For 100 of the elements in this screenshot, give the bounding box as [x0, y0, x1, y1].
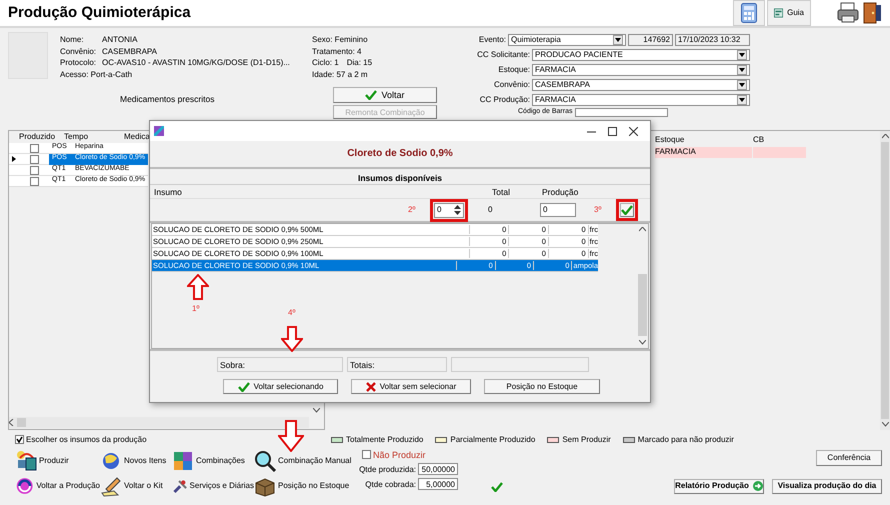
check-icon: [16, 436, 23, 444]
maximize-icon[interactable]: [608, 126, 617, 136]
scrollbar-thumb[interactable]: [881, 142, 889, 419]
action-button[interactable]: Novos Itens: [100, 450, 172, 472]
checkbox[interactable]: [30, 144, 38, 152]
scrollbar-thumb[interactable]: [17, 418, 26, 427]
detail-text: Ciclo: 1: [312, 58, 339, 68]
vertical-scrollbar[interactable]: [880, 131, 890, 430]
legend-label: Marcado para não produzir: [638, 435, 734, 445]
checkbox-label: Não Produzir: [373, 450, 426, 460]
action-button[interactable]: Voltar o Kit: [100, 474, 172, 497]
checkbox[interactable]: [362, 450, 371, 460]
pencil-icon: [100, 474, 122, 497]
apply-button[interactable]: [620, 203, 634, 218]
drug-title: Cloreto de Sodio 0,9%: [347, 148, 453, 160]
field-value: ANTONIA: [102, 35, 138, 45]
close-icon[interactable]: [629, 126, 638, 136]
check-icon: [621, 205, 633, 216]
detail-text: Tratamento: 4: [312, 46, 362, 56]
quantity-spinner[interactable]: 0: [434, 202, 464, 218]
magnifier-icon: [254, 450, 276, 472]
action-button[interactable]: Produzir: [15, 450, 100, 472]
action-button[interactable]: Posição no Estoque: [254, 474, 355, 497]
column-header: Total: [492, 186, 511, 197]
legend-label: Totalmente Produzido: [346, 435, 424, 445]
calculator-button[interactable]: [733, 0, 765, 26]
field-label: CC Produção:: [480, 94, 530, 104]
arrow-circle-icon: [752, 481, 763, 492]
quantity-field[interactable]: 50,00000: [418, 463, 458, 476]
datetime-field: 17/10/2023 10:32: [675, 34, 750, 46]
select-field[interactable]: FARMACIA: [532, 64, 750, 76]
guide-button[interactable]: Guia: [767, 0, 811, 26]
caret-icon: [615, 38, 621, 42]
step-label: 2º: [408, 205, 416, 215]
caret-icon: [739, 98, 745, 102]
dialog-button[interactable]: Voltar sem selecionar: [351, 379, 471, 394]
total-value: 0: [488, 205, 494, 215]
legend-label: Sem Produzir: [562, 435, 611, 445]
action-button[interactable]: Voltar a Produção: [15, 474, 100, 497]
back-button[interactable]: Voltar: [333, 87, 437, 104]
sobra-field: Sobra:: [217, 357, 343, 372]
field-label: Convênio:: [494, 80, 530, 90]
column-header: Produzido: [18, 132, 56, 142]
dialog-button[interactable]: Voltar selecionando: [223, 379, 338, 394]
field-label: Estoque:: [498, 64, 530, 74]
horizontal-scrollbar[interactable]: [9, 417, 309, 428]
column-header: Estoque: [655, 135, 686, 145]
detail-text: Dia: 15: [346, 58, 372, 68]
scrollbar-thumb[interactable]: [638, 274, 646, 336]
dropdown-button[interactable]: [737, 80, 747, 90]
dropdown-button[interactable]: [737, 94, 747, 104]
check-icon: [491, 482, 503, 492]
event-select[interactable]: Quimioterapia: [508, 34, 626, 46]
calculator-icon: [741, 3, 757, 23]
select-field[interactable]: FARMACIA: [532, 94, 750, 106]
app-icon: [154, 126, 164, 136]
action-button[interactable]: Combinação Manual: [254, 450, 355, 472]
checkbox[interactable]: [15, 435, 24, 444]
cross-icon: [366, 382, 376, 392]
transfer-icon: [15, 450, 37, 472]
blocks-icon: [172, 450, 194, 472]
checkbox[interactable]: [30, 176, 38, 186]
conference-button[interactable]: Conferência: [816, 450, 882, 466]
step-label: 3º: [594, 205, 602, 215]
spin-arrows-icon: [454, 204, 461, 216]
daily-production-button[interactable]: Visualiza produção do dia: [772, 478, 882, 494]
section-title: Insumos disponíveis: [358, 173, 442, 183]
totais-field: Totais:: [347, 357, 447, 372]
printer-icon[interactable]: [837, 2, 859, 24]
select-field[interactable]: CASEMBRAPA: [532, 78, 750, 90]
production-field[interactable]: 0: [540, 203, 576, 218]
column-header: CB: [753, 135, 766, 145]
field-value: CASEMBRAPA: [102, 46, 157, 56]
checkbox[interactable]: [30, 166, 38, 174]
report-button[interactable]: Relatório Produção: [674, 478, 764, 494]
arrow-icon: [281, 326, 303, 352]
action-button[interactable]: Combinações: [172, 450, 254, 472]
field-value: OC-AVAS10 - AVASTIN 10MG/KG/DOSE (D1-D15)...: [102, 58, 290, 68]
document-icon: [774, 7, 784, 19]
check-icon: [365, 90, 378, 100]
access-text: Acesso: Port-a-Cath: [60, 70, 134, 80]
action-button[interactable]: Serviços e Diárias: [172, 474, 254, 497]
checkbox-label: Escolher os insumos da produção: [26, 435, 147, 445]
section-title: Medicamentos prescritos: [120, 94, 216, 106]
step-label: 1º: [192, 304, 200, 314]
caret-icon: [739, 52, 745, 56]
select-field[interactable]: PRODUCAO PACIENTE: [532, 48, 750, 60]
door-icon[interactable]: [862, 2, 882, 24]
dropdown-button[interactable]: [613, 34, 623, 44]
barcode-field[interactable]: [575, 108, 668, 116]
dropdown-button[interactable]: [737, 64, 747, 74]
column-header: Insumo: [154, 186, 183, 197]
column-header: Produção: [542, 186, 578, 197]
dialog-button[interactable]: Posição no Estoque: [484, 379, 600, 394]
field-label: CC Solicitante:: [477, 50, 530, 60]
arrow-icon: [278, 420, 304, 452]
checkbox[interactable]: [30, 154, 38, 164]
quantity-field[interactable]: 5,00000: [418, 478, 458, 490]
dropdown-button[interactable]: [737, 50, 747, 60]
detail-text: Sexo: Feminino: [312, 35, 368, 45]
